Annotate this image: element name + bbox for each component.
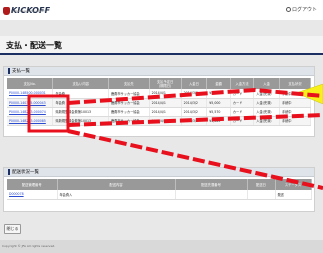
payment-table-cell: ¥5,000 (206, 98, 231, 108)
payment-table-cell: 2014/3/3 (181, 116, 208, 126)
payment-table-cell: 手続中 (279, 98, 312, 108)
footer: Copyright © JFA All rights reserved. (0, 240, 323, 253)
payment-column-header: 支払状況 (279, 78, 312, 89)
delivery-column-header: 配送管理番号 (7, 179, 58, 190)
payment-table-cell: 2014/4/1 (149, 98, 182, 108)
delivery-table-cell (247, 190, 276, 200)
payment-number-link[interactable]: P0000-14B203-000085 (7, 116, 54, 126)
payment-number-link[interactable]: P0000-140305-000043 (7, 98, 54, 108)
payment-delivery-screen: KICKOFF football registration system ログア… (0, 0, 323, 253)
payment-table-cell: 鹿角市サッカー協会 (108, 107, 150, 117)
payment-column-header: 金額 (206, 78, 231, 89)
payment-column-header: 入金日 (181, 78, 208, 89)
section-marker (8, 169, 10, 175)
delivery-table-cell (175, 190, 248, 200)
delivery-number-link[interactable]: D000078 (7, 190, 58, 200)
payment-table-cell: 2014/4/2 (149, 116, 182, 126)
payment-table-cell: 鹿角市サッカー協会 (108, 116, 150, 126)
section-marker (8, 68, 10, 74)
payment-table-cell: カード (230, 107, 255, 117)
payment-table-cell: 入金(完済) (253, 116, 280, 126)
title-divider (0, 53, 323, 55)
page-title: 支払・配送一覧 (6, 41, 62, 50)
payment-table-cell: 鹿角市サッカー協会 (108, 98, 150, 108)
deliveries-panel: 配送状況一覧 配送管理番号 配送内容 配送先運番号 配送日 ステータス D000078 年… (3, 167, 315, 212)
payment-column-header: 支払い内容 (52, 78, 109, 89)
power-icon (285, 7, 291, 12)
payment-table-row: P0000-14B203-000074 県新規登録会費第10013 鹿角市サッカー協… (7, 107, 312, 117)
shield-icon (3, 6, 10, 15)
top-header: KICKOFF football registration system ログア… (0, 0, 323, 20)
payment-table-cell: ¥5,223 (206, 89, 231, 99)
close-button[interactable]: 閉じる (4, 224, 21, 234)
payment-table-cell: 2014/3/3 (181, 89, 208, 99)
payment-table-cell: ¥5,025 (206, 116, 231, 126)
payment-table-cell: 県新規登録会費第10013 (52, 107, 109, 117)
delivery-column-header: 配送先運番号 (175, 179, 248, 190)
payment-table-cell: 2014/4/1 (149, 89, 182, 99)
payment-table-row: P0000-140305-000043 年会費 鹿角市サッカー協会 2014/4/1 2… (7, 98, 312, 108)
payment-table-cell: 県新規登録会費第10013 (52, 116, 109, 126)
payment-column-header: 支払予定日 (期限日) (149, 78, 182, 89)
delivery-column-header: 配送日 (247, 179, 276, 190)
payment-table-cell: カード (230, 98, 255, 108)
delivery-table-cell: 年会費入 (57, 190, 176, 200)
payments-table: 支払No. 支払い内容 支払先 支払予定日 (期限日) 入金日 金額 入金方法 入金 支払状況 … (7, 78, 312, 126)
payments-section-title: 支払一覧 (12, 69, 30, 74)
delivery-column-header: 配送内容 (57, 179, 176, 190)
payment-column-header: 入金 (253, 78, 280, 89)
payment-table-cell: カード (230, 116, 255, 126)
deliveries-section-title: 配送状況一覧 (12, 170, 39, 175)
payment-table-row: P0000-14B500-000031 年会費 鹿角市サッカー協会 2014/4/1 2… (7, 89, 312, 99)
copyright-text: Copyright © JFA All rights reserved. (2, 244, 56, 248)
payment-column-header: 支払No. (7, 78, 54, 89)
payment-table-cell: 2014/3/2 (181, 98, 208, 108)
payment-table-cell: 手続中 (279, 107, 312, 117)
payment-number-link[interactable]: P0000-14B203-000074 (7, 107, 54, 117)
deliveries-table: 配送管理番号 配送内容 配送先運番号 配送日 ステータス D000078 年会費入 発送 (7, 179, 312, 200)
logout-link[interactable]: ログアウト (285, 6, 317, 13)
payment-table-cell: カード (230, 89, 255, 99)
payment-number-link[interactable]: P0000-14B500-000031 (7, 89, 54, 99)
delivery-column-header: ステータス (275, 179, 312, 190)
logout-label: ログアウト (291, 7, 317, 13)
payment-table-cell: 2014/4/1 (149, 107, 182, 117)
payment-column-header: 支払先 (108, 78, 150, 89)
delivery-table-row: D000078 年会費入 発送 (7, 190, 312, 200)
payment-table-cell: 手続中 (279, 89, 312, 99)
payment-table-cell: 年会費 (52, 89, 109, 99)
payment-table-cell: 入金(完済) (253, 107, 280, 117)
payment-table-cell: 入金(完済) (253, 89, 280, 99)
payments-panel-header: 支払一覧 (4, 67, 314, 76)
deliveries-panel-header: 配送状況一覧 (4, 168, 314, 177)
payments-panel: 支払一覧 支払No. 支払い内容 支払先 支払予定日 (期限日) 入金日 金額 入金方法 入金… (3, 66, 315, 137)
payment-table-cell: 2014/3/2 (181, 107, 208, 117)
payment-table-cell: 年会費 (52, 98, 109, 108)
payment-table-row: P0000-14B203-000085 県新規登録会費第10013 鹿角市サッカー協… (7, 116, 312, 126)
delivery-table-cell: 発送 (275, 190, 312, 200)
payment-table-cell: ¥5,570 (206, 107, 231, 117)
payment-table-cell: 入金(完済) (253, 98, 280, 108)
payment-table-cell: 鹿角市サッカー協会 (108, 89, 150, 99)
payment-column-header: 入金方法 (230, 78, 255, 89)
logo-subtext: football registration system (11, 10, 46, 13)
payment-table-cell: 手続中 (279, 116, 312, 126)
